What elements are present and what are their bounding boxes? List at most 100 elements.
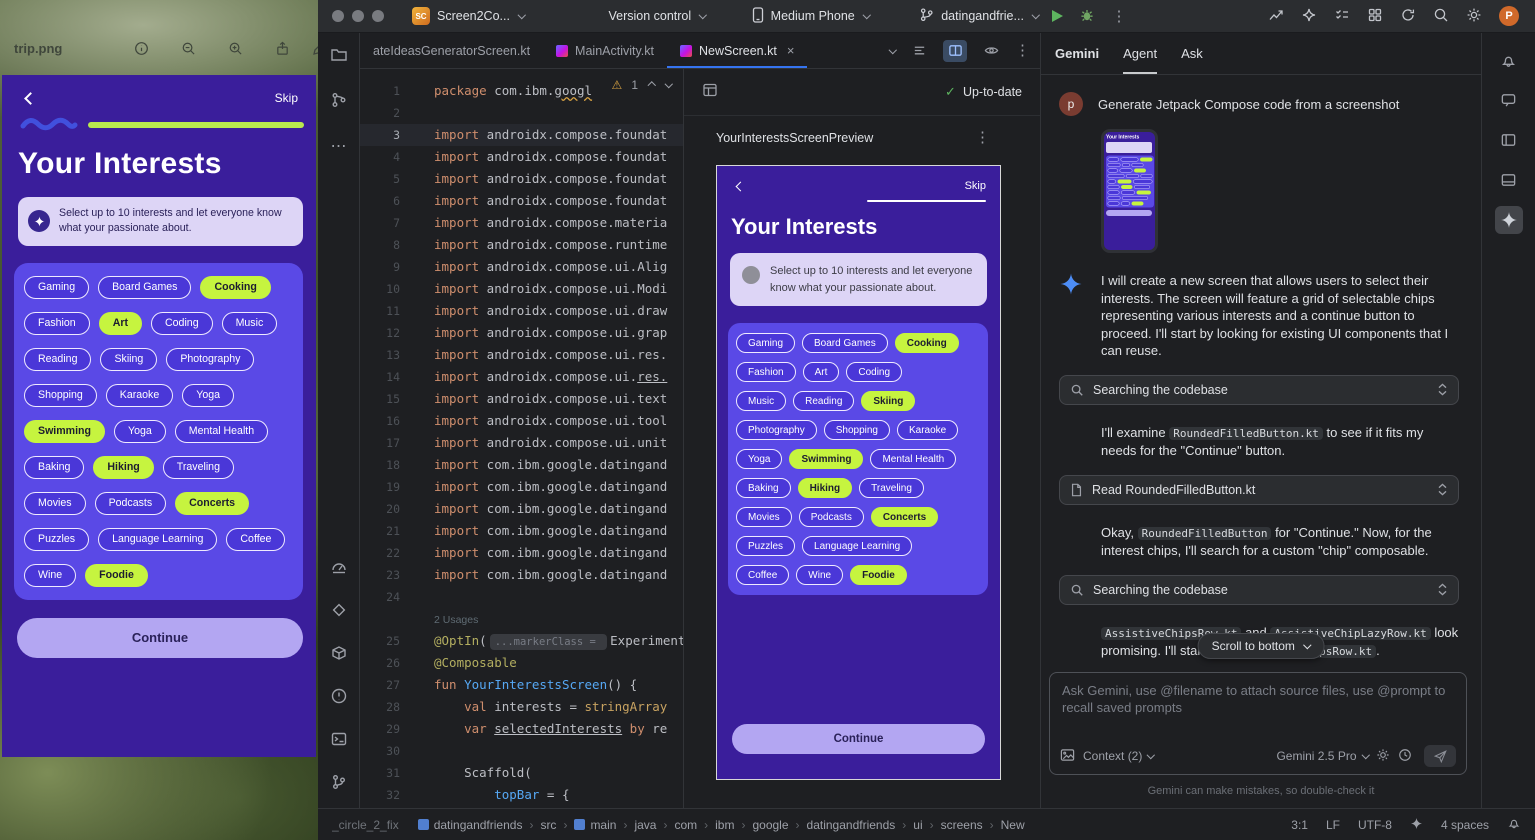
breadcrumb-item[interactable]: src — [540, 818, 556, 832]
file-encoding[interactable]: UTF-8 — [1358, 818, 1392, 832]
gemini-prompt-input[interactable] — [1050, 673, 1466, 735]
breadcrumb-item[interactable]: com — [674, 818, 697, 832]
zoom-out-icon[interactable] — [181, 41, 196, 56]
attached-screenshot-thumbnail[interactable]: Your Interests — [1101, 129, 1158, 253]
share-icon[interactable] — [275, 41, 290, 56]
project-widget[interactable]: SC Screen2Co... — [412, 7, 524, 25]
expand-collapse-icon[interactable] — [1437, 583, 1448, 596]
breadcrumb-item[interactable]: java — [634, 818, 656, 832]
tab-agent[interactable]: Agent — [1123, 33, 1157, 74]
assistant-icon[interactable] — [1495, 86, 1523, 114]
preview-layout-icon[interactable] — [702, 82, 718, 103]
more-run-actions-icon[interactable]: ⋮ — [1111, 9, 1126, 24]
close-tab-icon[interactable]: × — [787, 43, 795, 58]
gemini-status-icon[interactable] — [1410, 817, 1423, 833]
code-line: 16import androidx.compose.ui.tool — [360, 410, 683, 432]
chip-row: YogaSwimmingMental Health — [736, 449, 980, 469]
breadcrumb-item[interactable]: main — [574, 818, 616, 832]
editor-tab[interactable]: MainActivity.kt — [543, 33, 667, 68]
debug-button[interactable] — [1079, 7, 1095, 26]
build-tool-icon[interactable] — [330, 644, 348, 667]
expand-collapse-icon[interactable] — [1437, 383, 1448, 396]
thumbnail-chip — [1108, 169, 1119, 173]
expand-collapse-icon[interactable] — [1437, 483, 1448, 496]
chip-row: SwimmingYogaMental Health — [24, 420, 293, 443]
editor-options-icon[interactable]: ⋮ — [1015, 43, 1030, 58]
git-tool-icon[interactable] — [330, 773, 348, 796]
hidden-tabs-chevron-icon[interactable] — [888, 46, 896, 54]
zoom-window-button[interactable] — [372, 10, 384, 22]
line-separator[interactable]: LF — [1326, 818, 1340, 832]
gemini-disclaimer: Gemini can make mistakes, so double-chec… — [1041, 785, 1481, 797]
commit-tool-icon[interactable] — [330, 91, 348, 114]
running-devices-icon[interactable] — [1495, 166, 1523, 194]
gemini-icon[interactable] — [1495, 206, 1523, 234]
more-tool-windows-icon[interactable]: ⋯ — [331, 136, 347, 156]
code-editor[interactable]: 1package com.ibm.googl23import androidx.… — [360, 69, 683, 808]
split-view-icon[interactable] — [943, 40, 967, 62]
chip-row: MoviesPodcastsConcerts — [24, 492, 293, 515]
attach-image-icon[interactable] — [1060, 748, 1075, 765]
next-problem-icon[interactable] — [664, 80, 672, 88]
preview-name[interactable]: YourInterestsScreenPreview — [716, 131, 873, 145]
model-dropdown[interactable]: Gemini 2.5 Pro — [1276, 749, 1368, 763]
user-avatar[interactable]: P — [1499, 6, 1519, 26]
usages-inlay-hint[interactable]: 2 Usages — [434, 614, 478, 626]
inspections-widget[interactable]: ⚠ 1 — [608, 77, 675, 93]
breadcrumb-item[interactable]: ui — [913, 818, 922, 832]
agent-step[interactable]: Searching the codebase — [1059, 375, 1459, 405]
history-icon[interactable] — [1398, 748, 1412, 765]
zoom-in-icon[interactable] — [228, 41, 243, 56]
caret-position[interactable]: 3:1 — [1291, 818, 1308, 832]
search-everywhere-icon[interactable] — [1433, 7, 1449, 26]
settings-icon[interactable] — [1466, 7, 1482, 26]
vcs-widget[interactable]: Version control — [608, 9, 705, 23]
extensions-icon[interactable] — [1367, 7, 1383, 26]
profiler-icon[interactable] — [1268, 7, 1284, 26]
problems-tool-icon[interactable] — [330, 687, 348, 710]
code-line: 2 Usages — [360, 608, 683, 630]
scroll-to-bottom-button[interactable]: Scroll to bottom — [1198, 633, 1325, 659]
sync-icon[interactable] — [1400, 7, 1416, 26]
breadcrumb-item[interactable]: datingandfriends — [807, 818, 896, 832]
statusbar-notifications-icon[interactable] — [1507, 816, 1521, 833]
run-button[interactable] — [1052, 10, 1063, 22]
agent-step[interactable]: Read RoundedFilledButton.kt — [1059, 475, 1459, 505]
minimize-window-button[interactable] — [352, 10, 364, 22]
interest-chip-movies: Movies — [736, 507, 792, 527]
interest-chip-concerts: Concerts — [871, 507, 938, 527]
breadcrumb-item[interactable]: datingandfriends — [418, 818, 523, 832]
device-selector[interactable]: Medium Phone — [752, 7, 870, 26]
breadcrumb-item[interactable]: screens — [941, 818, 983, 832]
agent-step[interactable]: Searching the codebase — [1059, 575, 1459, 605]
info-icon[interactable] — [134, 41, 149, 56]
gemini-settings-icon[interactable] — [1376, 748, 1390, 765]
context-dropdown[interactable]: Context (2) — [1083, 749, 1154, 763]
close-window-button[interactable] — [332, 10, 344, 22]
gemini-input-box[interactable]: Context (2) Gemini 2.5 Pro — [1049, 672, 1467, 775]
thumbnail-content: Your Interests — [1104, 132, 1155, 250]
run-config-widget[interactable]: datingandfrie... — [919, 7, 1038, 25]
editor-tab[interactable]: NewScreen.kt× — [667, 33, 807, 68]
breadcrumb-item[interactable]: ibm — [715, 818, 734, 832]
tab-ask[interactable]: Ask — [1181, 33, 1203, 74]
interest-chip-hiking: Hiking — [93, 456, 153, 479]
project-tool-icon[interactable] — [330, 46, 348, 69]
indent-config[interactable]: 4 spaces — [1441, 818, 1489, 832]
prev-problem-icon[interactable] — [648, 82, 656, 90]
breadcrumb-item[interactable]: google — [752, 818, 788, 832]
todo-list-icon[interactable] — [1334, 7, 1350, 26]
resource-manager-icon[interactable] — [330, 601, 348, 624]
breadcrumb-item[interactable]: New — [1001, 818, 1025, 832]
notifications-icon[interactable] — [1495, 46, 1523, 74]
device-explorer-icon[interactable] — [1495, 126, 1523, 154]
ai-actions-icon[interactable] — [1301, 7, 1317, 26]
send-button[interactable] — [1424, 745, 1456, 767]
code-view-icon[interactable] — [907, 40, 931, 62]
terminal-tool-icon[interactable] — [330, 730, 348, 753]
editor-tab[interactable]: ateIdeasGeneratorScreen.kt — [360, 33, 543, 68]
status-label: Up-to-date — [963, 85, 1022, 99]
profiler-tool-icon[interactable] — [330, 558, 348, 581]
preview-options-icon[interactable]: ⋮ — [975, 130, 990, 145]
design-view-icon[interactable] — [979, 40, 1003, 62]
